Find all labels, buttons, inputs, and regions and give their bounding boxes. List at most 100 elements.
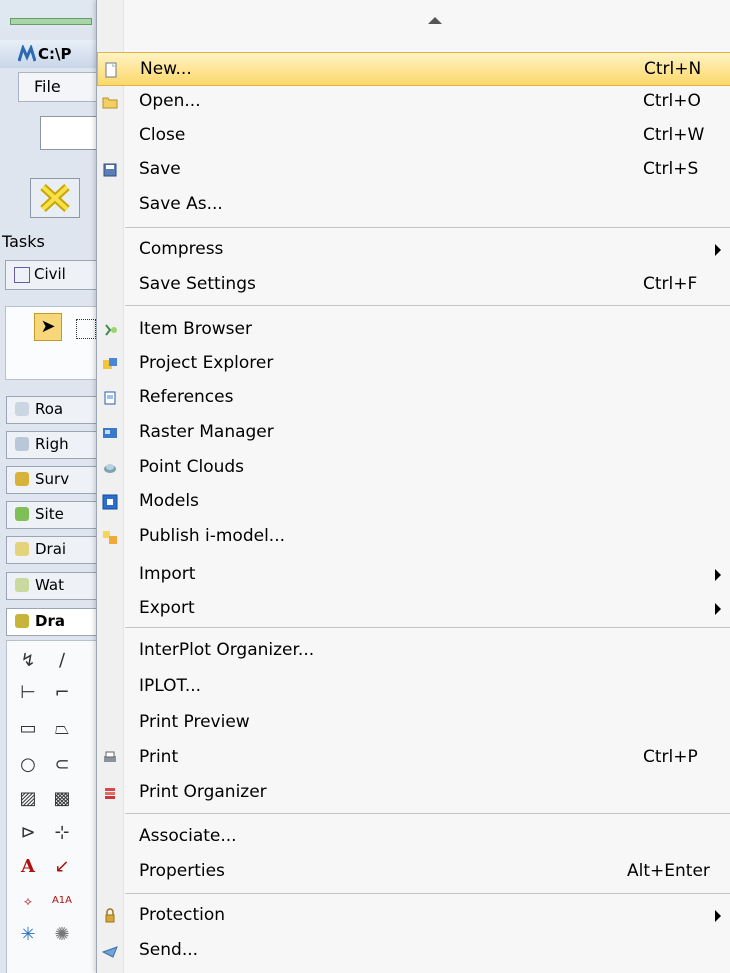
side-item-survey[interactable]: Surv — [6, 466, 100, 494]
tasks-label: Tasks — [2, 232, 45, 251]
menu-item-protection[interactable]: Protection — [97, 899, 730, 933]
task-tab-label: Civil — [34, 265, 66, 283]
menu-item-raster-manager[interactable]: Raster Manager — [97, 416, 730, 450]
civil-task-icon — [14, 267, 30, 283]
menu-separator — [125, 305, 730, 306]
background-app-window: C:\P File Tasks Civil ➤ Roa Righ Surv Si… — [0, 0, 100, 973]
menu-item-print-preview[interactable]: Print Preview — [97, 706, 730, 740]
right-of-way-icon — [15, 437, 29, 451]
menu-item-open[interactable]: Open... Ctrl+O — [97, 85, 730, 119]
menu-item-print-organizer[interactable]: Print Organizer — [97, 776, 730, 810]
place-point-icon[interactable]: ↯ — [15, 649, 41, 673]
snap-settings-icon[interactable]: ✺ — [49, 923, 75, 947]
side-item-right[interactable]: Righ — [6, 431, 100, 459]
side-item-drawing[interactable]: Dra — [6, 608, 100, 636]
cell-icon[interactable]: ⊳ — [15, 821, 41, 845]
menu-item-label: Models — [139, 491, 199, 511]
menu-item-save-settings[interactable]: Save Settings Ctrl+F — [97, 268, 730, 302]
text-icon[interactable]: A — [15, 855, 41, 879]
send-mail-icon — [102, 946, 118, 958]
menu-item-shortcut: Ctrl+P — [643, 747, 698, 767]
menu-scroll-up-button[interactable] — [123, 0, 730, 40]
toolbar-combo[interactable] — [40, 116, 100, 150]
text-node-icon[interactable]: A1A — [49, 889, 75, 913]
task-tab-civil[interactable]: Civil — [5, 260, 100, 290]
menu-item-label: References — [139, 387, 234, 407]
menu-item-label: Raster Manager — [139, 422, 274, 442]
submenu-arrow-icon — [715, 910, 721, 922]
side-item-water[interactable]: Wat — [6, 572, 100, 600]
drainage-icon — [15, 542, 29, 556]
point-clouds-icon — [104, 464, 116, 473]
site-icon — [15, 507, 29, 521]
cell-library-icon[interactable]: ⊹ — [49, 821, 75, 845]
menu-item-label: Open... — [139, 91, 201, 111]
dimension-icon[interactable]: ⊢ — [15, 681, 41, 705]
menu-item-label: Save Settings — [139, 274, 256, 294]
hatch-icon[interactable]: ▨ — [15, 787, 41, 811]
menu-item-iplot[interactable]: IPLOT... — [97, 670, 730, 704]
item-browser-icon — [105, 324, 117, 336]
menu-item-shortcut: Ctrl+F — [643, 274, 698, 294]
pattern-icon[interactable]: ▩ — [49, 787, 75, 811]
printer-icon — [104, 751, 116, 762]
submenu-arrow-icon — [715, 569, 721, 581]
toolbar-tool-button[interactable] — [30, 178, 80, 218]
menu-item-properties[interactable]: Properties Alt+Enter — [97, 855, 730, 889]
circle-icon[interactable]: ○ — [15, 753, 41, 777]
window-top-strip — [0, 0, 100, 28]
menu-item-project-explorer[interactable]: Project Explorer — [97, 347, 730, 381]
menu-item-point-clouds[interactable]: Point Clouds — [97, 451, 730, 485]
water-icon — [15, 578, 29, 592]
text-edit-icon[interactable]: ↙ — [49, 855, 75, 879]
menu-item-save-as[interactable]: Save As... — [97, 188, 730, 222]
menu-item-export[interactable]: Export — [97, 592, 730, 626]
menu-item-label: Import — [139, 564, 196, 584]
polygon-icon[interactable]: ⏢ — [49, 717, 75, 741]
drawing-icon — [15, 614, 29, 628]
menu-separator — [125, 227, 730, 228]
menu-separator — [125, 893, 730, 894]
menu-item-compress[interactable]: Compress — [97, 233, 730, 267]
menu-item-shortcut: Ctrl+W — [643, 125, 705, 145]
place-line-icon[interactable]: ∕ — [49, 649, 75, 673]
snap-icon[interactable]: ✳ — [15, 923, 41, 947]
menu-item-publish-i-model[interactable]: Publish i-model... — [97, 520, 730, 554]
menu-item-item-browser[interactable]: Item Browser — [97, 313, 730, 347]
menu-item-save[interactable]: Save Ctrl+S — [97, 153, 730, 187]
menu-item-label: Protection — [139, 905, 226, 925]
fence-icon[interactable] — [76, 319, 96, 339]
raster-manager-icon — [103, 428, 117, 438]
roadway-icon — [15, 402, 29, 416]
menu-item-shortcut: Ctrl+O — [643, 91, 701, 111]
menu-item-interplot-organizer[interactable]: InterPlot Organizer... — [97, 634, 730, 668]
menu-item-associate[interactable]: Associate... — [97, 820, 730, 854]
side-item-roadway[interactable]: Roa — [6, 396, 100, 424]
menu-item-send[interactable]: Send... — [97, 934, 730, 968]
side-item-drainage[interactable]: Drai — [6, 536, 100, 564]
menu-item-label: Save As... — [139, 194, 223, 214]
save-disk-icon — [103, 163, 117, 177]
menu-item-shortcut: Ctrl+S — [643, 159, 699, 179]
menu-item-models[interactable]: Models — [97, 485, 730, 519]
measure-icon[interactable]: ⌐ — [49, 681, 75, 705]
select-arrow-icon[interactable]: ➤ — [34, 313, 62, 341]
triangle-up-icon — [428, 16, 442, 24]
note-icon[interactable]: ⟡ — [15, 889, 41, 913]
menu-item-references[interactable]: References — [97, 381, 730, 415]
file-menu: New... Ctrl+N Open... Ctrl+O Close Ctrl+W Save… — [96, 0, 730, 973]
menu-item-close[interactable]: Close Ctrl+W — [97, 119, 730, 153]
menu-item-label: Associate... — [139, 826, 237, 846]
references-icon — [104, 391, 116, 405]
side-item-label: Roa — [35, 400, 64, 418]
rectangle-icon[interactable]: ▭ — [15, 717, 41, 741]
menu-item-new[interactable]: New... Ctrl+N — [97, 52, 730, 86]
menu-item-print[interactable]: Print Ctrl+P — [97, 741, 730, 775]
menu-file[interactable]: File — [34, 77, 61, 96]
menu-item-shortcut: Ctrl+N — [644, 59, 702, 79]
menu-item-import[interactable]: Import — [97, 558, 730, 592]
menu-item-label: Print — [139, 747, 179, 767]
ellipse-icon[interactable]: ⊂ — [49, 753, 75, 777]
side-item-label: Wat — [35, 576, 64, 594]
side-item-site[interactable]: Site — [6, 501, 100, 529]
